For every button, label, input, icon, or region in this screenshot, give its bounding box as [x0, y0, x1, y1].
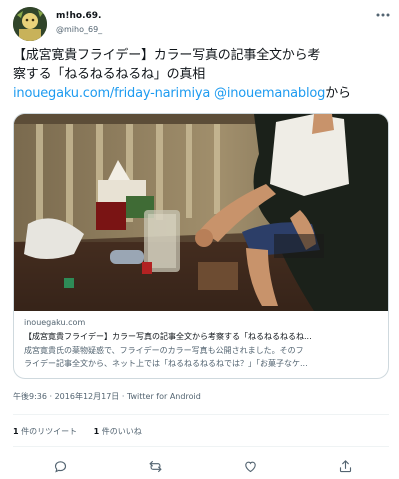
card-domain: inouegaku.com [24, 318, 86, 327]
tweet-stats: 1 件のリツイート 1 件のいいね [13, 426, 156, 438]
tweet-text-line-3: inouegaku.com/friday-narimiya @inouemana… [13, 84, 393, 103]
tweet-text-line-2: 察する「ねるねるねるね」の真相 [13, 67, 206, 82]
article-link[interactable]: inouegaku.com/friday-narimiya [13, 86, 210, 101]
like-label: 件のいいね [101, 427, 142, 436]
retweet-label: 件のリツイート [21, 427, 78, 436]
card-description-line-1: 成宮寛貴氏の薬物疑惑で、フライデーのカラー写真も公開されました。そのフ [24, 346, 304, 355]
retweet-count: 1 [13, 427, 19, 436]
card-title: 【成宮寛貴フライデー】カラー写真の記事全文から考察する「ねるねるねるね... [24, 332, 312, 341]
mention-link[interactable]: @inouemanablog [214, 86, 325, 101]
like-count: 1 [93, 427, 100, 436]
tweet: m!ho.69. @miho_69_ 【成宮寛貴フライデー】カラー写真の記事全文… [0, 0, 399, 479]
retweet-stat[interactable]: 1 件のリツイート [13, 426, 77, 438]
heart-icon[interactable] [240, 456, 260, 476]
reply-icon[interactable] [50, 456, 70, 476]
divider [13, 446, 389, 447]
card-photo[interactable] [14, 114, 388, 311]
display-name[interactable]: m!ho.69. [56, 10, 101, 22]
like-stat[interactable]: 1 件のいいね [94, 426, 142, 438]
tweet-text: 【成宮寛貴フライデー】カラー写真の記事全文から考 察する「ねるねるねるね」の真相… [13, 46, 393, 103]
divider [13, 414, 389, 415]
card-meta: inouegaku.com 【成宮寛貴フライデー】カラー写真の記事全文から考察す… [24, 317, 380, 370]
tweet-timestamp[interactable]: 午後9:36 · 2016年12月17日 · Twitter for Andro… [13, 391, 201, 403]
action-bar [0, 456, 399, 476]
more-icon[interactable] [374, 8, 392, 22]
card-description-line-2: ライデー記事全文から、ネット上では「ねるねるねるねでは？」「お菓子なケ... [24, 359, 308, 368]
tweet-text-line-1: 【成宮寛貴フライデー】カラー写真の記事全文から考 [13, 48, 321, 63]
retweet-icon[interactable] [145, 456, 165, 476]
avatar[interactable] [13, 7, 47, 41]
tweet-text-suffix: から [325, 86, 351, 101]
share-icon[interactable] [335, 456, 355, 476]
card-description: 成宮寛貴氏の薬物疑惑で、フライデーのカラー写真も公開されました。そのフ ライデー… [24, 344, 380, 370]
link-card[interactable]: inouegaku.com 【成宮寛貴フライデー】カラー写真の記事全文から考察す… [13, 113, 389, 379]
user-handle[interactable]: @miho_69_ [56, 24, 102, 35]
